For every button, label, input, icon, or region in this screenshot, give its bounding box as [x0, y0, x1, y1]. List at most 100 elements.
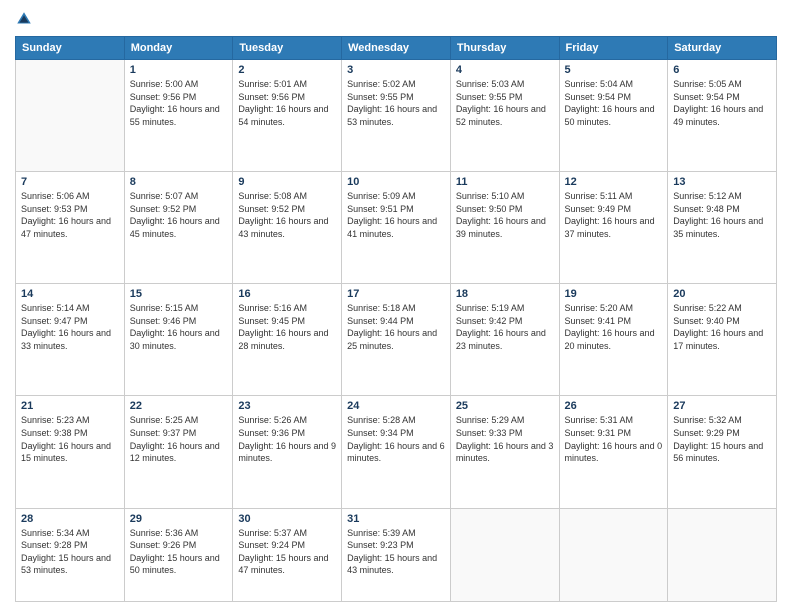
- calendar-cell: 23 Sunrise: 5:26 AMSunset: 9:36 PMDayligh…: [233, 396, 342, 508]
- day-info: Sunrise: 5:28 AMSunset: 9:34 PMDaylight:…: [347, 414, 445, 464]
- calendar-cell: 6Sunrise: 5:05 AMSunset: 9:54 PMDaylight…: [668, 60, 777, 172]
- calendar-cell: 10 Sunrise: 5:09 AMSunset: 9:51 PMDayligh…: [342, 172, 451, 284]
- day-info: Sunrise: 5:11 AMSunset: 9:49 PMDaylight:…: [565, 190, 663, 240]
- day-info: Sunrise: 5:32 AMSunset: 9:29 PMDaylight:…: [673, 414, 771, 464]
- day-number: 18: [456, 288, 554, 300]
- day-info: Sunrise: 5:02 AMSunset: 9:55 PMDaylight:…: [347, 78, 445, 128]
- calendar-cell: 12 Sunrise: 5:11 AMSunset: 9:49 PMDayligh…: [559, 172, 668, 284]
- weekday-header-saturday: Saturday: [668, 37, 777, 60]
- day-info: Sunrise: 5:09 AMSunset: 9:51 PMDaylight:…: [347, 190, 445, 240]
- day-number: 24: [347, 400, 445, 412]
- calendar-cell: 20 Sunrise: 5:22 AMSunset: 9:40 PMDayligh…: [668, 284, 777, 396]
- calendar-cell: [16, 60, 125, 172]
- day-info: Sunrise: 5:36 AMSunset: 9:26 PMDaylight:…: [130, 527, 228, 577]
- day-number: 12: [565, 176, 663, 188]
- day-number: 29: [130, 513, 228, 525]
- header: [15, 10, 777, 28]
- week-row-4: 21 Sunrise: 5:23 AMSunset: 9:38 PMDayligh…: [16, 396, 777, 508]
- calendar-table: SundayMondayTuesdayWednesdayThursdayFrid…: [15, 36, 777, 602]
- day-number: 31: [347, 513, 445, 525]
- weekday-header-row: SundayMondayTuesdayWednesdayThursdayFrid…: [16, 37, 777, 60]
- calendar-cell: 22 Sunrise: 5:25 AMSunset: 9:37 PMDayligh…: [124, 396, 233, 508]
- calendar-cell: 7 Sunrise: 5:06 AMSunset: 9:53 PMDaylight…: [16, 172, 125, 284]
- day-info: Sunrise: 5:37 AMSunset: 9:24 PMDaylight:…: [238, 527, 336, 577]
- calendar-cell: 28Sunrise: 5:34 AMSunset: 9:28 PMDayligh…: [16, 508, 125, 602]
- day-number: 26: [565, 400, 663, 412]
- day-number: 25: [456, 400, 554, 412]
- day-info: Sunrise: 5:04 AMSunset: 9:54 PMDaylight:…: [565, 78, 663, 128]
- calendar-cell: 18 Sunrise: 5:19 AMSunset: 9:42 PMDayligh…: [450, 284, 559, 396]
- day-number: 11: [456, 176, 554, 188]
- day-number: 17: [347, 288, 445, 300]
- calendar-cell: 15Sunrise: 5:15 AMSunset: 9:46 PMDayligh…: [124, 284, 233, 396]
- day-info: Sunrise: 5:26 AMSunset: 9:36 PMDaylight:…: [238, 414, 336, 464]
- calendar-cell: 4 Sunrise: 5:03 AMSunset: 9:55 PMDaylight…: [450, 60, 559, 172]
- calendar-cell: 2Sunrise: 5:01 AMSunset: 9:56 PMDaylight…: [233, 60, 342, 172]
- logo-icon: [15, 10, 33, 28]
- day-info: Sunrise: 5:12 AMSunset: 9:48 PMDaylight:…: [673, 190, 771, 240]
- calendar-cell: 9 Sunrise: 5:08 AMSunset: 9:52 PMDaylight…: [233, 172, 342, 284]
- day-number: 2: [238, 64, 336, 76]
- calendar-cell: 26 Sunrise: 5:31 AMSunset: 9:31 PMDayligh…: [559, 396, 668, 508]
- calendar-cell: 29 Sunrise: 5:36 AMSunset: 9:26 PMDayligh…: [124, 508, 233, 602]
- weekday-header-sunday: Sunday: [16, 37, 125, 60]
- calendar-cell: [450, 508, 559, 602]
- calendar-cell: 8 Sunrise: 5:07 AMSunset: 9:52 PMDaylight…: [124, 172, 233, 284]
- calendar-cell: 13 Sunrise: 5:12 AMSunset: 9:48 PMDayligh…: [668, 172, 777, 284]
- calendar-cell: 17 Sunrise: 5:18 AMSunset: 9:44 PMDayligh…: [342, 284, 451, 396]
- calendar-cell: 16Sunrise: 5:16 AMSunset: 9:45 PMDayligh…: [233, 284, 342, 396]
- weekday-header-thursday: Thursday: [450, 37, 559, 60]
- day-info: Sunrise: 5:03 AMSunset: 9:55 PMDaylight:…: [456, 78, 554, 128]
- day-number: 28: [21, 513, 119, 525]
- day-number: 7: [21, 176, 119, 188]
- day-number: 8: [130, 176, 228, 188]
- day-info: Sunrise: 5:05 AMSunset: 9:54 PMDaylight:…: [673, 78, 771, 128]
- week-row-2: 7 Sunrise: 5:06 AMSunset: 9:53 PMDaylight…: [16, 172, 777, 284]
- calendar-cell: 31 Sunrise: 5:39 AMSunset: 9:23 PMDayligh…: [342, 508, 451, 602]
- weekday-header-wednesday: Wednesday: [342, 37, 451, 60]
- calendar-cell: 3Sunrise: 5:02 AMSunset: 9:55 PMDaylight…: [342, 60, 451, 172]
- day-info: Sunrise: 5:10 AMSunset: 9:50 PMDaylight:…: [456, 190, 554, 240]
- day-info: Sunrise: 5:07 AMSunset: 9:52 PMDaylight:…: [130, 190, 228, 240]
- calendar-cell: 19Sunrise: 5:20 AMSunset: 9:41 PMDayligh…: [559, 284, 668, 396]
- calendar-cell: [668, 508, 777, 602]
- day-number: 30: [238, 513, 336, 525]
- week-row-5: 28Sunrise: 5:34 AMSunset: 9:28 PMDayligh…: [16, 508, 777, 602]
- day-info: Sunrise: 5:23 AMSunset: 9:38 PMDaylight:…: [21, 414, 119, 464]
- day-number: 23: [238, 400, 336, 412]
- day-number: 20: [673, 288, 771, 300]
- week-row-3: 14 Sunrise: 5:14 AMSunset: 9:47 PMDayligh…: [16, 284, 777, 396]
- day-info: Sunrise: 5:08 AMSunset: 9:52 PMDaylight:…: [238, 190, 336, 240]
- day-number: 5: [565, 64, 663, 76]
- day-number: 22: [130, 400, 228, 412]
- day-info: Sunrise: 5:39 AMSunset: 9:23 PMDaylight:…: [347, 527, 445, 577]
- day-info: Sunrise: 5:18 AMSunset: 9:44 PMDaylight:…: [347, 302, 445, 352]
- calendar-cell: 11 Sunrise: 5:10 AMSunset: 9:50 PMDayligh…: [450, 172, 559, 284]
- day-number: 16: [238, 288, 336, 300]
- day-number: 10: [347, 176, 445, 188]
- weekday-header-tuesday: Tuesday: [233, 37, 342, 60]
- day-info: Sunrise: 5:25 AMSunset: 9:37 PMDaylight:…: [130, 414, 228, 464]
- calendar-cell: 27 Sunrise: 5:32 AMSunset: 9:29 PMDayligh…: [668, 396, 777, 508]
- day-number: 1: [130, 64, 228, 76]
- day-info: Sunrise: 5:06 AMSunset: 9:53 PMDaylight:…: [21, 190, 119, 240]
- day-number: 9: [238, 176, 336, 188]
- calendar-cell: 24 Sunrise: 5:28 AMSunset: 9:34 PMDayligh…: [342, 396, 451, 508]
- page: SundayMondayTuesdayWednesdayThursdayFrid…: [0, 0, 792, 612]
- day-info: Sunrise: 5:31 AMSunset: 9:31 PMDaylight:…: [565, 414, 663, 464]
- day-info: Sunrise: 5:00 AMSunset: 9:56 PMDaylight:…: [130, 78, 228, 128]
- calendar-cell: 14 Sunrise: 5:14 AMSunset: 9:47 PMDayligh…: [16, 284, 125, 396]
- week-row-1: 1 Sunrise: 5:00 AMSunset: 9:56 PMDaylight…: [16, 60, 777, 172]
- calendar-cell: 1 Sunrise: 5:00 AMSunset: 9:56 PMDaylight…: [124, 60, 233, 172]
- day-number: 27: [673, 400, 771, 412]
- day-info: Sunrise: 5:19 AMSunset: 9:42 PMDaylight:…: [456, 302, 554, 352]
- weekday-header-monday: Monday: [124, 37, 233, 60]
- day-number: 14: [21, 288, 119, 300]
- day-number: 21: [21, 400, 119, 412]
- day-info: Sunrise: 5:22 AMSunset: 9:40 PMDaylight:…: [673, 302, 771, 352]
- day-info: Sunrise: 5:14 AMSunset: 9:47 PMDaylight:…: [21, 302, 119, 352]
- day-number: 13: [673, 176, 771, 188]
- day-info: Sunrise: 5:29 AMSunset: 9:33 PMDaylight:…: [456, 414, 554, 464]
- day-number: 4: [456, 64, 554, 76]
- day-info: Sunrise: 5:20 AMSunset: 9:41 PMDaylight:…: [565, 302, 663, 352]
